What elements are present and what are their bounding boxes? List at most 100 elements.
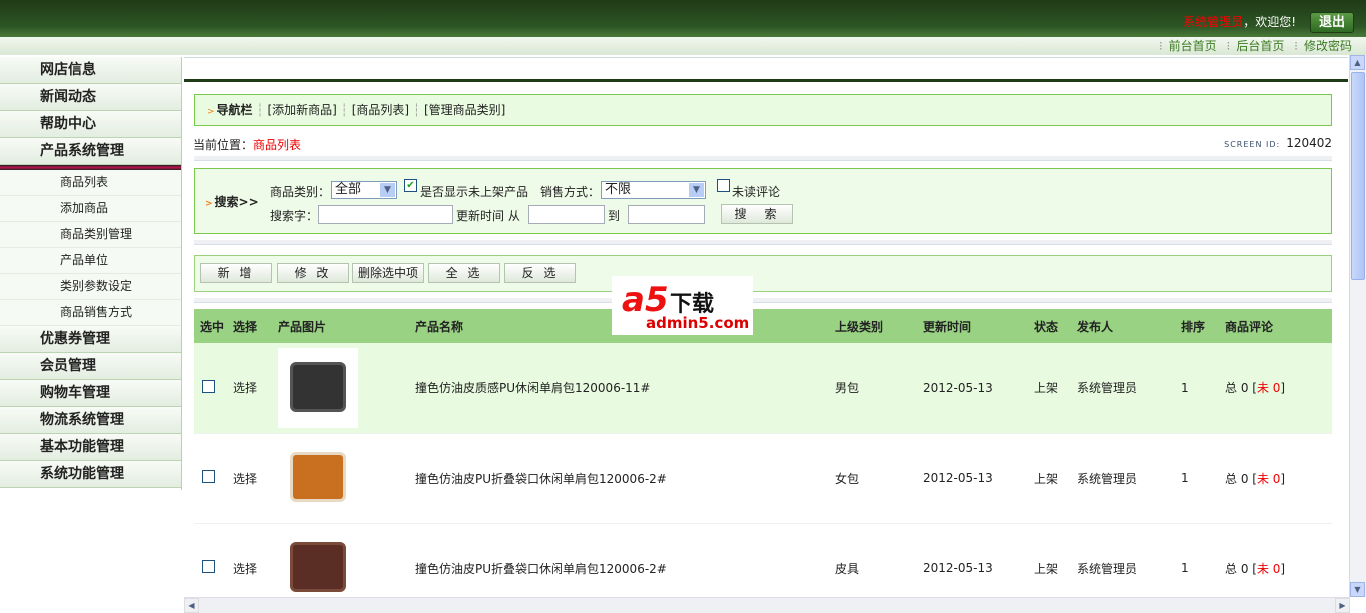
menu-shop-info[interactable]: 网店信息 xyxy=(0,57,181,84)
col-publisher: 发布人 xyxy=(1071,309,1175,343)
submenu-product-unit[interactable]: 产品单位 xyxy=(0,248,181,274)
logout-button[interactable]: 退出 xyxy=(1310,12,1354,33)
update-time-from-label: 更新时间 从 xyxy=(456,209,520,223)
search-button[interactable]: 搜 索 xyxy=(721,204,793,224)
publisher: 系统管理员 xyxy=(1071,523,1175,597)
row-checkbox[interactable] xyxy=(202,560,215,573)
top-links: ⁝ 前台首页 ⁝ 后台首页 ⁝ 修改密码 xyxy=(0,37,1366,55)
nav-product-list[interactable]: [商品列表] xyxy=(352,103,409,117)
menu-cart[interactable]: 购物车管理 xyxy=(0,380,181,407)
category: 男包 xyxy=(829,343,917,434)
product-name[interactable]: 撞色仿油皮PU折叠袋口休闲单肩包120006-2# xyxy=(409,433,829,524)
scrollbar-thumb[interactable] xyxy=(1351,72,1365,280)
sort-order: 1 xyxy=(1175,433,1219,524)
table-row[interactable]: 选择 撞色仿油皮质感PU休闲单肩包120006-11# 男包 2012-05-1… xyxy=(194,343,1332,434)
category-label: 商品类别： xyxy=(270,185,331,199)
product-image[interactable] xyxy=(278,438,358,518)
product-image[interactable] xyxy=(278,528,358,597)
publisher: 系统管理员 xyxy=(1071,343,1175,434)
status: 上架 xyxy=(1028,523,1071,597)
scroll-left-icon[interactable]: ◀ xyxy=(184,598,199,613)
scroll-right-icon[interactable]: ▶ xyxy=(1335,598,1350,613)
select-link[interactable]: 选择 xyxy=(233,562,257,576)
reviews[interactable]: 总 0 [未 0] xyxy=(1219,523,1332,597)
scroll-down-icon[interactable]: ▼ xyxy=(1350,582,1365,597)
table-row[interactable]: 选择 撞色仿油皮PU折叠袋口休闲单肩包120006-2# 皮具 2012-05-… xyxy=(194,523,1332,597)
keyword-input[interactable] xyxy=(318,205,453,224)
menu-system-functions[interactable]: 系统功能管理 xyxy=(0,461,181,488)
sort-order: 1 xyxy=(1175,343,1219,434)
reviews[interactable]: 总 0 [未 0] xyxy=(1219,433,1332,524)
product-image[interactable] xyxy=(278,347,358,428)
menu-product-system[interactable]: 产品系统管理 xyxy=(0,138,181,165)
submenu-product-list[interactable]: 商品列表 xyxy=(0,170,181,196)
menu-member[interactable]: 会员管理 xyxy=(0,353,181,380)
reviews[interactable]: 总 0 [未 0] xyxy=(1219,343,1332,434)
update-time: 2012-05-13 xyxy=(917,343,1028,434)
search-title: > 搜索>> xyxy=(205,195,259,209)
breadcrumb-current: 商品列表 xyxy=(253,138,302,152)
screen-id-value: 120402 xyxy=(1286,136,1332,150)
publisher: 系统管理员 xyxy=(1071,433,1175,524)
menu-logistics[interactable]: 物流系统管理 xyxy=(0,407,181,434)
change-password-link[interactable]: 修改密码 xyxy=(1304,39,1352,53)
col-sort: 排序 xyxy=(1175,309,1219,343)
divider xyxy=(194,298,1332,303)
select-link[interactable]: 选择 xyxy=(233,381,257,395)
frontend-home-link[interactable]: 前台首页 xyxy=(1169,39,1217,53)
sale-method-select[interactable]: 不限 ▼ xyxy=(601,181,706,199)
show-offline-checkbox[interactable]: ✔ xyxy=(404,179,417,192)
nav-add-product[interactable]: [添加新商品] xyxy=(267,103,336,117)
category-select[interactable]: 全部 ▼ xyxy=(331,181,397,199)
horizontal-scrollbar[interactable]: ◀ ▶ xyxy=(184,597,1350,613)
submenu-category-manage[interactable]: 商品类别管理 xyxy=(0,222,181,248)
unread-review-checkbox[interactable] xyxy=(717,179,730,192)
nav-bar: > 导航栏 ┆ [添加新商品] ┆ [商品列表] ┆ [管理商品类别] xyxy=(194,94,1332,126)
username: 系统管理员 xyxy=(1183,15,1244,29)
row-checkbox[interactable] xyxy=(202,379,215,393)
date-to-label: 到 xyxy=(608,209,621,223)
menu-coupon[interactable]: 优惠券管理 xyxy=(0,326,181,353)
arrow-icon: > xyxy=(207,107,215,117)
submenu-add-product[interactable]: 添加商品 xyxy=(0,196,181,222)
col-category: 上级类别 xyxy=(829,309,917,343)
status: 上架 xyxy=(1028,433,1071,524)
menu-basic-functions[interactable]: 基本功能管理 xyxy=(0,434,181,461)
sale-method-label: 销售方式： xyxy=(540,185,601,199)
nav-manage-categories[interactable]: [管理商品类别] xyxy=(424,103,505,117)
add-button[interactable]: 新 增 xyxy=(200,263,272,283)
menu-help[interactable]: 帮助中心 xyxy=(0,111,181,138)
row-checkbox[interactable] xyxy=(202,470,215,483)
welcome-label: ，欢迎您! xyxy=(1243,15,1296,29)
submenu-sale-method[interactable]: 商品销售方式 xyxy=(0,300,181,326)
date-to-input[interactable] xyxy=(628,205,705,224)
date-from-input[interactable] xyxy=(528,205,605,224)
vertical-scrollbar[interactable]: ▲ ▼ xyxy=(1349,55,1366,597)
col-select: 选择 xyxy=(227,309,272,343)
search-panel: > 搜索>> 商品类别： 全部 ▼ ✔ 是否显示未上架产品 销售方式： 不限 ▼ 未读… xyxy=(194,168,1332,234)
delete-selected-button[interactable]: 删除选中项 xyxy=(352,263,424,283)
screen-id-label: SCREEN ID: xyxy=(1224,140,1281,149)
status: 上架 xyxy=(1028,343,1071,434)
table-row[interactable]: 选择 撞色仿油皮PU折叠袋口休闲单肩包120006-2# 女包 2012-05-… xyxy=(194,433,1332,524)
scroll-up-icon[interactable]: ▲ xyxy=(1350,55,1365,70)
divider xyxy=(194,240,1332,245)
toolbar: 新 增 修 改 删除选中项 全 选 反 选 xyxy=(194,255,1332,292)
menu-news[interactable]: 新闻动态 xyxy=(0,84,181,111)
product-name[interactable]: 撞色仿油皮PU折叠袋口休闲单肩包120006-2# xyxy=(409,523,829,597)
unread-review-label: 未读评论 xyxy=(732,185,781,199)
sidebar: 网店信息 新闻动态 帮助中心 产品系统管理 商品列表 添加商品 商品类别管理 产… xyxy=(0,57,182,490)
product-table: 选中 选择 产品图片 产品名称 上级类别 更新时间 状态 发布人 排序 商品评论… xyxy=(194,309,1332,597)
a5-watermark-logo: a5 下载 admin5.com xyxy=(612,276,753,335)
sort-order: 1 xyxy=(1175,523,1219,597)
update-time: 2012-05-13 xyxy=(917,433,1028,524)
backend-home-link[interactable]: 后台首页 xyxy=(1236,39,1284,53)
main-header-bar xyxy=(184,57,1348,82)
edit-button[interactable]: 修 改 xyxy=(277,263,349,283)
invert-selection-button[interactable]: 反 选 xyxy=(504,263,576,283)
select-all-button[interactable]: 全 选 xyxy=(428,263,500,283)
product-name[interactable]: 撞色仿油皮质感PU休闲单肩包120006-11# xyxy=(409,343,829,434)
submenu-category-params[interactable]: 类别参数设定 xyxy=(0,274,181,300)
select-link[interactable]: 选择 xyxy=(233,472,257,486)
update-time: 2012-05-13 xyxy=(917,523,1028,597)
